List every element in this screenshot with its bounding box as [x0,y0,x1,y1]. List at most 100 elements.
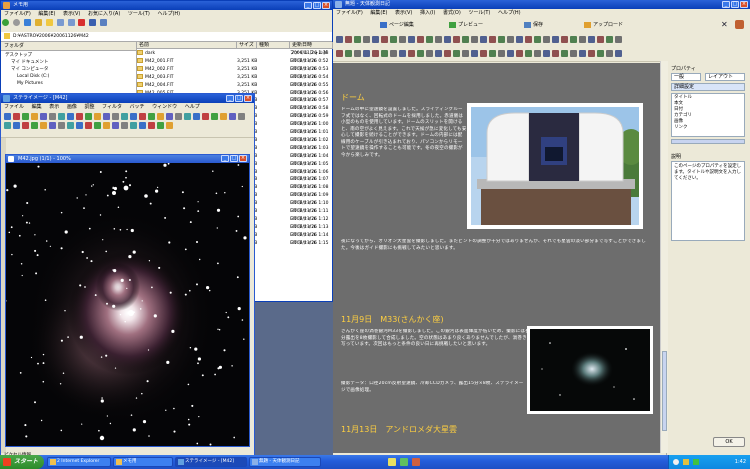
editor-tool-icon[interactable] [85,113,92,120]
editor-tool-icon[interactable] [49,122,56,129]
format-tool-icon[interactable] [516,36,523,43]
editor-tool-icon[interactable] [67,122,74,129]
editor-tool-icon[interactable] [148,122,155,129]
editor-tool-icon[interactable] [22,113,29,120]
format-tool-icon[interactable] [363,50,370,57]
save-button[interactable]: 保存 [523,20,563,30]
forward-icon[interactable] [12,19,20,26]
menu-item[interactable]: ファイル(F) [336,10,363,16]
format-tool-icon[interactable] [525,50,532,57]
editor-tool-icon[interactable] [139,113,146,120]
minimize-button[interactable]: _ [722,1,730,8]
maximize-button[interactable]: □ [731,1,739,8]
format-tool-icon[interactable] [336,36,343,43]
scrollbar-thumb[interactable] [662,351,667,431]
format-tool-icon[interactable] [561,36,568,43]
format-tool-icon[interactable] [597,50,604,57]
format-tool-icon[interactable] [417,50,424,57]
editor-tool-icon[interactable] [40,122,47,129]
image-titlebar[interactable]: M42.jpg (1/1) - 100% _ □ × [6,155,249,163]
editor-tool-icon[interactable] [13,113,20,120]
editor-tool-icon[interactable] [130,122,137,129]
views-icon[interactable] [100,19,108,26]
menu-item[interactable]: 表示(V) [395,10,412,16]
format-tool-icon[interactable] [507,36,514,43]
format-tool-icon[interactable] [399,50,406,57]
blog-scrollbar[interactable] [660,61,668,453]
editor-tool-icon[interactable] [103,122,110,129]
format-tool-icon[interactable] [444,50,451,57]
menu-item[interactable]: ヘルプ [185,104,200,110]
format-tool-icon[interactable] [498,36,505,43]
editor-tool-icon[interactable] [166,113,173,120]
format-tool-icon[interactable] [570,36,577,43]
taskbar-button-explorer[interactable]: メモ用 [113,457,173,467]
format-tool-icon[interactable] [435,36,442,43]
editor-tool-icon[interactable] [175,113,182,120]
tools-icon[interactable]: ✕ [721,20,729,29]
format-tool-icon[interactable] [615,36,622,43]
format-tool-icon[interactable] [471,36,478,43]
editor-tool-icon[interactable] [58,113,65,120]
column-name[interactable]: 名前 [137,42,237,49]
maximize-button[interactable]: □ [313,2,321,9]
folders-icon[interactable] [45,19,53,26]
editor-tool-icon[interactable] [211,113,218,120]
format-tool-icon[interactable] [354,36,361,43]
menu-view[interactable]: 表示(V) [63,11,80,17]
volume-icon[interactable] [683,459,689,465]
format-tool-icon[interactable] [489,50,496,57]
menu-help[interactable]: ヘルプ(H) [157,11,180,17]
editor-tool-icon[interactable] [76,113,83,120]
editor-tool-icon[interactable] [166,122,173,129]
menu-edit[interactable]: 編集(E) [38,11,55,17]
format-tool-icon[interactable] [552,50,559,57]
editor-tool-icon[interactable] [121,113,128,120]
close-button[interactable]: × [244,95,252,102]
tab-layout[interactable]: レイアウト [705,73,745,81]
editor-tool-icon[interactable] [202,113,209,120]
format-tool-icon[interactable] [399,36,406,43]
tree-item[interactable]: Local Disk (C:) [17,73,49,80]
format-tool-icon[interactable] [480,36,487,43]
editor-tool-icon[interactable] [121,122,128,129]
format-tool-icon[interactable] [408,50,415,57]
address-input[interactable]: D:¥ASTRO¥2006¥20061126¥M42 [13,32,89,41]
format-tool-icon[interactable] [588,36,595,43]
editor-tool-icon[interactable] [103,113,110,120]
editor-tool-icon[interactable] [157,113,164,120]
menu-favorites[interactable]: お気に入り(A) [88,11,120,17]
property-item[interactable]: リンク [674,125,742,131]
tab-general[interactable]: 一般 [671,73,701,81]
format-tool-icon[interactable] [336,50,343,57]
format-tool-icon[interactable] [552,36,559,43]
editor-tool-icon[interactable] [40,113,47,120]
menu-item[interactable]: 書式(O) [443,10,461,16]
editor-tool-icon[interactable] [229,113,236,120]
menu-item[interactable]: 調整 [84,104,94,110]
minimize-button[interactable]: _ [226,95,234,102]
editor-tool-icon[interactable] [31,122,38,129]
format-tool-icon[interactable] [390,50,397,57]
format-tool-icon[interactable] [570,50,577,57]
menu-item[interactable]: 編集 [32,104,42,110]
format-tool-icon[interactable] [543,50,550,57]
editor-tool-icon[interactable] [130,113,137,120]
format-tool-icon[interactable] [363,36,370,43]
tree-item[interactable]: マイ コンピュータ [11,66,48,73]
close-button[interactable]: × [740,1,748,8]
format-tool-icon[interactable] [615,50,622,57]
editor-tool-icon[interactable] [238,113,245,120]
format-tool-icon[interactable] [345,50,352,57]
format-tool-icon[interactable] [579,50,586,57]
editor-tool-icon[interactable] [184,113,191,120]
format-tool-icon[interactable] [408,36,415,43]
back-icon[interactable] [2,19,9,26]
format-tool-icon[interactable] [435,50,442,57]
editor-tool-icon[interactable] [85,122,92,129]
copy-to-icon[interactable] [67,19,75,26]
menu-item[interactable]: ウィンドウ [152,104,177,110]
editor-tool-icon[interactable] [157,122,164,129]
editor-titlebar[interactable]: ステライメージ - [M42] _ □ × [1,94,254,103]
format-tool-icon[interactable] [606,36,613,43]
